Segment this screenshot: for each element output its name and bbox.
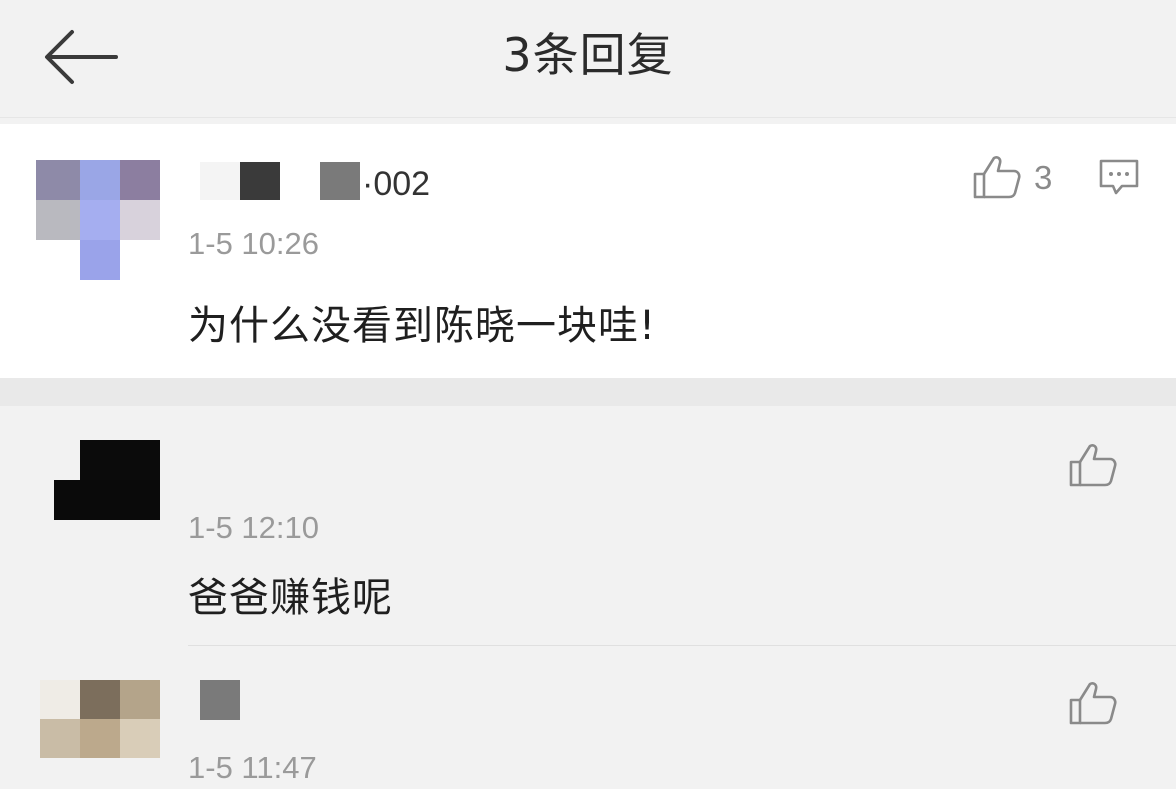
comment-text: 为什么没看到陈晓一块哇! — [188, 303, 657, 349]
avatar[interactable] — [40, 680, 160, 758]
section-divider — [0, 378, 1176, 406]
reply-item[interactable]: 1-5 12:10 爸爸赚钱呢 — [0, 406, 1176, 646]
reply-timestamp: 1-5 11:47 — [188, 750, 317, 785]
username-visible-part[interactable]: ·002 — [362, 164, 430, 204]
like-button[interactable] — [1068, 442, 1118, 488]
username-redaction — [240, 162, 280, 200]
comment-timestamp: 1-5 10:26 — [188, 226, 319, 261]
thumbs-up-icon — [973, 156, 1021, 199]
username-redaction — [320, 162, 360, 200]
like-button[interactable] — [1068, 680, 1118, 726]
reply-timestamp: 1-5 12:10 — [188, 510, 319, 545]
reply-text: 爸爸赚钱呢 — [188, 575, 393, 621]
username-redaction — [200, 162, 240, 200]
comment-replies-page: 3条回复 ·002 1-5 10:26 为什么没看到陈晓一块哇! 3 1-5 1… — [0, 0, 1176, 789]
like-button[interactable] — [972, 154, 1022, 200]
page-title: 3条回复 — [502, 28, 674, 82]
like-count: 3 — [1034, 159, 1053, 196]
top-nav-bar: 3条回复 — [0, 0, 1176, 118]
avatar[interactable] — [54, 440, 160, 520]
comment-bubble-icon — [1099, 159, 1139, 195]
reply-item[interactable]: 1-5 11:47 — [0, 646, 1176, 789]
main-comment-card[interactable]: ·002 1-5 10:26 为什么没看到陈晓一块哇! 3 — [0, 124, 1176, 378]
thumbs-up-icon — [1069, 682, 1117, 725]
reply-button[interactable] — [1098, 158, 1140, 198]
avatar[interactable] — [36, 160, 160, 280]
username-redaction — [200, 680, 240, 720]
thumbs-up-icon — [1069, 444, 1117, 487]
